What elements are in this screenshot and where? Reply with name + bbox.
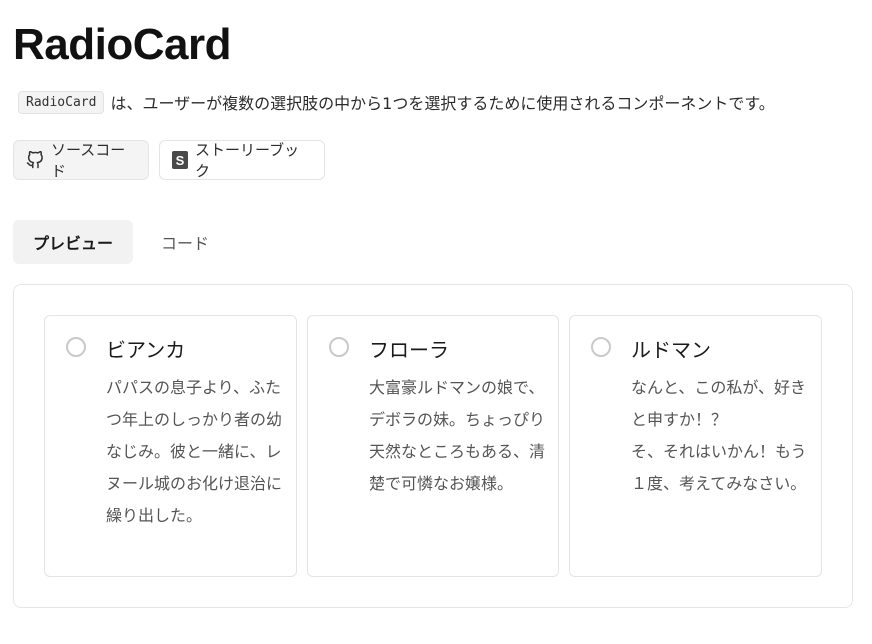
radio-button[interactable]	[329, 337, 349, 357]
github-icon	[26, 151, 44, 169]
component-code-chip: RadioCard	[18, 90, 105, 114]
radio-card-rudman[interactable]: ルドマン なんと、この私が、好きと申すか！？ そ、それはいかん！もう１度、考えて…	[569, 315, 822, 577]
storybook-button[interactable]: S ストーリーブック	[159, 140, 325, 180]
card-title: ビアンカ	[106, 338, 186, 362]
card-title: フローラ	[369, 338, 449, 362]
storybook-icon: S	[172, 151, 188, 169]
page-title: RadioCard	[13, 20, 231, 69]
card-title: ルドマン	[631, 338, 711, 362]
description-text: は、ユーザーが複数の選択肢の中から1つを選択するために使用されるコンポーネントで…	[110, 94, 775, 113]
radio-button[interactable]	[66, 337, 86, 357]
source-code-label: ソースコード	[51, 141, 126, 180]
svg-text:S: S	[176, 153, 185, 168]
radio-card-bianca[interactable]: ビアンカ パパスの息子より、ふたつ年上のしっかり者の幼なじみ。彼と一緒に、レヌー…	[44, 315, 297, 577]
radio-button[interactable]	[591, 337, 611, 357]
tab-preview[interactable]: プレビュー	[13, 220, 133, 264]
card-description: なんと、この私が、好きと申すか！？ そ、それはいかん！もう１度、考えてみなさい。	[631, 378, 807, 493]
source-code-button[interactable]: ソースコード	[13, 140, 149, 180]
page-description: RadioCard は、ユーザーが複数の選択肢の中から1つを選択するために使用さ…	[18, 90, 775, 114]
tab-code[interactable]: コード	[145, 220, 225, 264]
radio-card-flora[interactable]: フローラ 大富豪ルドマンの娘で、デボラの妹。ちょっぴり天然なところもある、清楚で…	[307, 315, 559, 577]
card-description: 大富豪ルドマンの娘で、デボラの妹。ちょっぴり天然なところもある、清楚で可憐なお嬢…	[369, 378, 546, 493]
card-description: パパスの息子より、ふたつ年上のしっかり者の幼なじみ。彼と一緒に、レヌール城のお化…	[106, 378, 283, 525]
storybook-label: ストーリーブック	[195, 141, 300, 180]
